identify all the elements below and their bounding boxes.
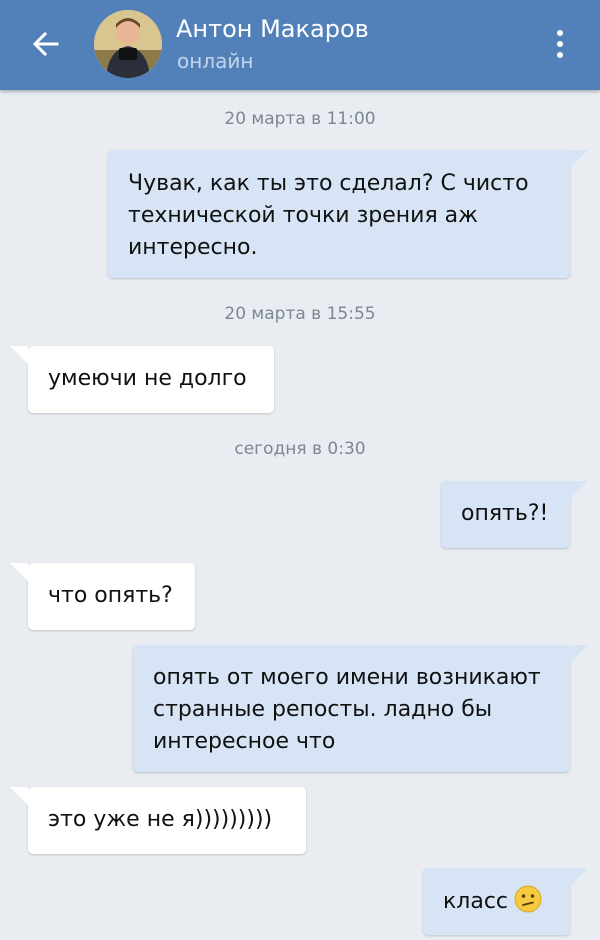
avatar-photo — [94, 10, 162, 78]
message-outgoing[interactable]: класс — [423, 868, 588, 935]
more-vertical-icon-dot — [557, 41, 563, 47]
bubble-tail — [10, 787, 28, 805]
message-text: опять от моего имени возникают странные … — [153, 665, 541, 754]
bubble-tail — [570, 645, 588, 663]
message-outgoing[interactable]: опять от моего имени возникают странные … — [133, 645, 588, 772]
contact-name[interactable]: Антон Макаров — [176, 14, 369, 44]
app-header: Антон Макаров онлайн — [0, 0, 600, 90]
message-incoming[interactable]: умеючи не долго — [10, 346, 274, 413]
message-text: умеючи не долго — [48, 366, 247, 391]
confused-face-emoji-icon — [514, 885, 542, 913]
contact-status: онлайн — [177, 49, 254, 73]
avatar[interactable] — [94, 10, 162, 78]
bubble-tail — [570, 150, 588, 168]
message-incoming[interactable]: это уже не я))))))))) — [10, 787, 306, 854]
bubble-tail — [10, 346, 28, 364]
more-vertical-icon-dot — [557, 30, 563, 36]
message-text: опять?! — [461, 501, 549, 526]
bubble-tail — [570, 868, 588, 886]
bubble-tail — [570, 481, 588, 499]
message-outgoing[interactable]: опять?! — [441, 481, 588, 548]
message-text: Чувак, как ты это сделал? С чисто технич… — [128, 171, 529, 260]
date-separator: сегодня в 0:30 — [234, 439, 366, 459]
message-incoming[interactable]: что опять? — [10, 563, 195, 630]
menu-button[interactable] — [540, 22, 580, 66]
message-text: что опять? — [48, 583, 173, 608]
message-outgoing[interactable]: Чувак, как ты это сделал? С чисто технич… — [108, 150, 588, 278]
bubble-tail — [10, 563, 28, 581]
message-content: класс — [443, 885, 570, 918]
arrow-left-icon — [32, 31, 59, 57]
message-text: класс — [443, 889, 509, 914]
more-vertical-icon-dot — [557, 52, 563, 58]
date-separator: 20 марта в 11:00 — [224, 109, 376, 129]
message-text: это уже не я))))))))) — [48, 807, 273, 832]
back-button[interactable] — [22, 22, 70, 66]
date-separator: 20 марта в 15:55 — [224, 304, 376, 324]
